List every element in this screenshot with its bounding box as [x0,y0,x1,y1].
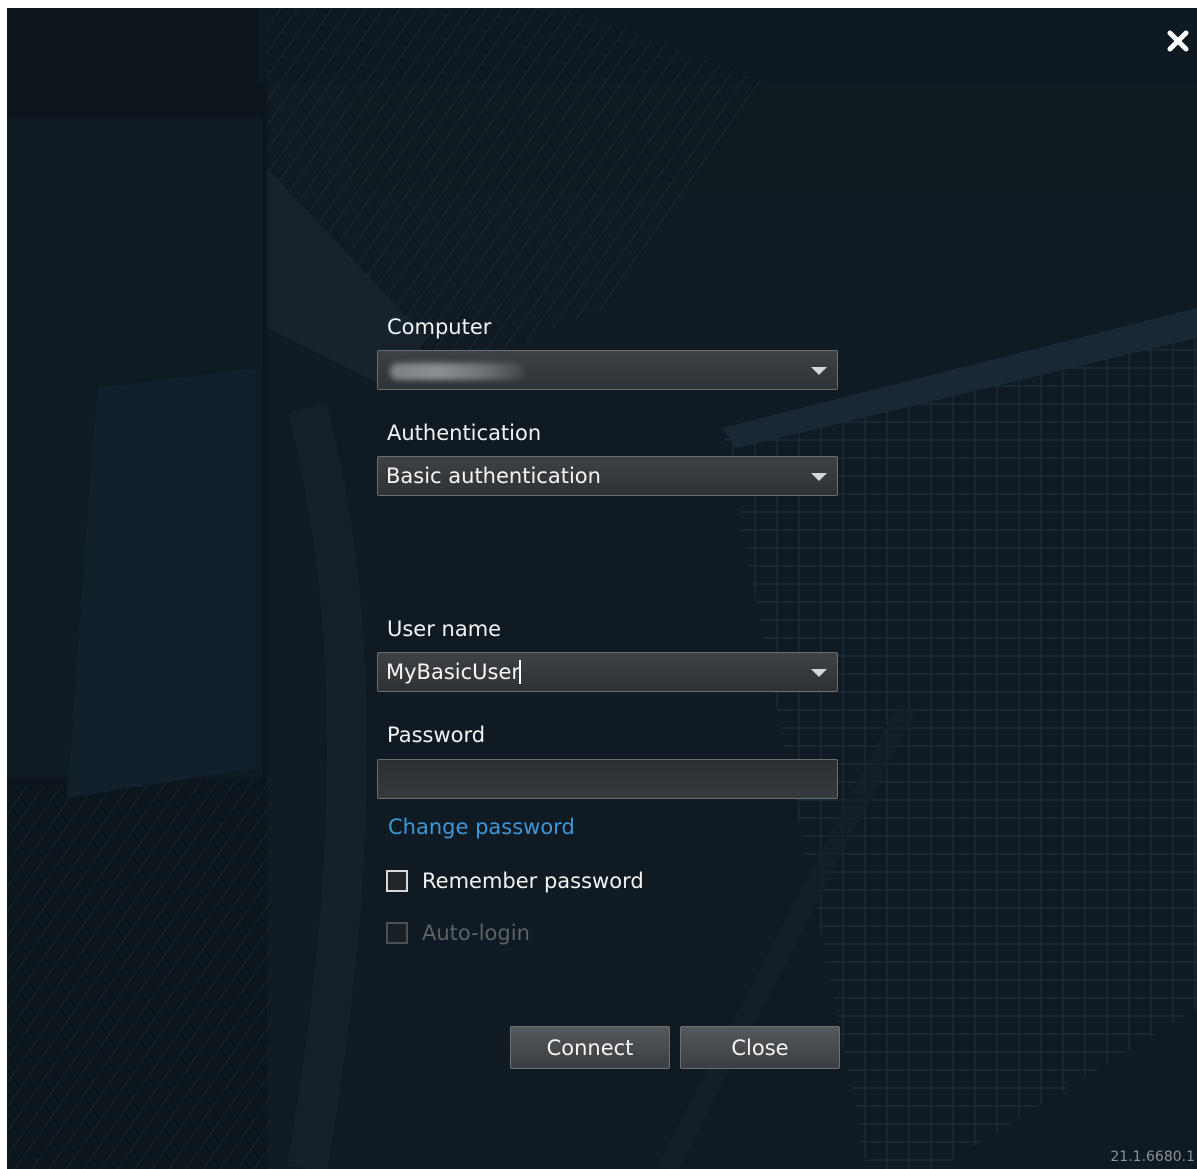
chevron-down-icon [811,367,827,375]
redacted-computer-name [390,363,525,380]
background-architecture-image [7,8,1197,1169]
user-name-label: User name [387,617,502,641]
authentication-label: Authentication [387,421,542,445]
password-field[interactable] [377,759,838,799]
change-password-link[interactable]: Change password [388,814,575,840]
computer-dropdown[interactable] [377,350,838,390]
close-x-icon[interactable] [1163,26,1193,56]
chevron-down-icon [811,473,827,481]
authentication-dropdown[interactable]: Basic authentication [377,456,838,496]
auto-login-label: Auto-login [422,921,530,945]
auto-login-checkbox [386,922,408,944]
connect-button[interactable]: Connect [510,1026,670,1069]
computer-label: Computer [387,315,492,339]
text-cursor [519,660,522,684]
password-label: Password [387,723,486,747]
remember-password-label: Remember password [422,869,644,893]
chevron-down-icon [811,669,827,677]
auto-login-row: Auto-login [386,920,530,946]
close-button[interactable]: Close [680,1026,840,1069]
authentication-value: Basic authentication [386,464,601,488]
version-label: 21.1.6680.1 [1110,1149,1195,1165]
remember-password-checkbox[interactable] [386,870,408,892]
remember-password-row[interactable]: Remember password [386,868,644,894]
login-dialog: Computer Authentication Basic authentica… [7,8,1197,1169]
user-name-combobox[interactable]: MyBasicUser [377,652,838,692]
user-name-value: MyBasicUser [386,660,521,684]
